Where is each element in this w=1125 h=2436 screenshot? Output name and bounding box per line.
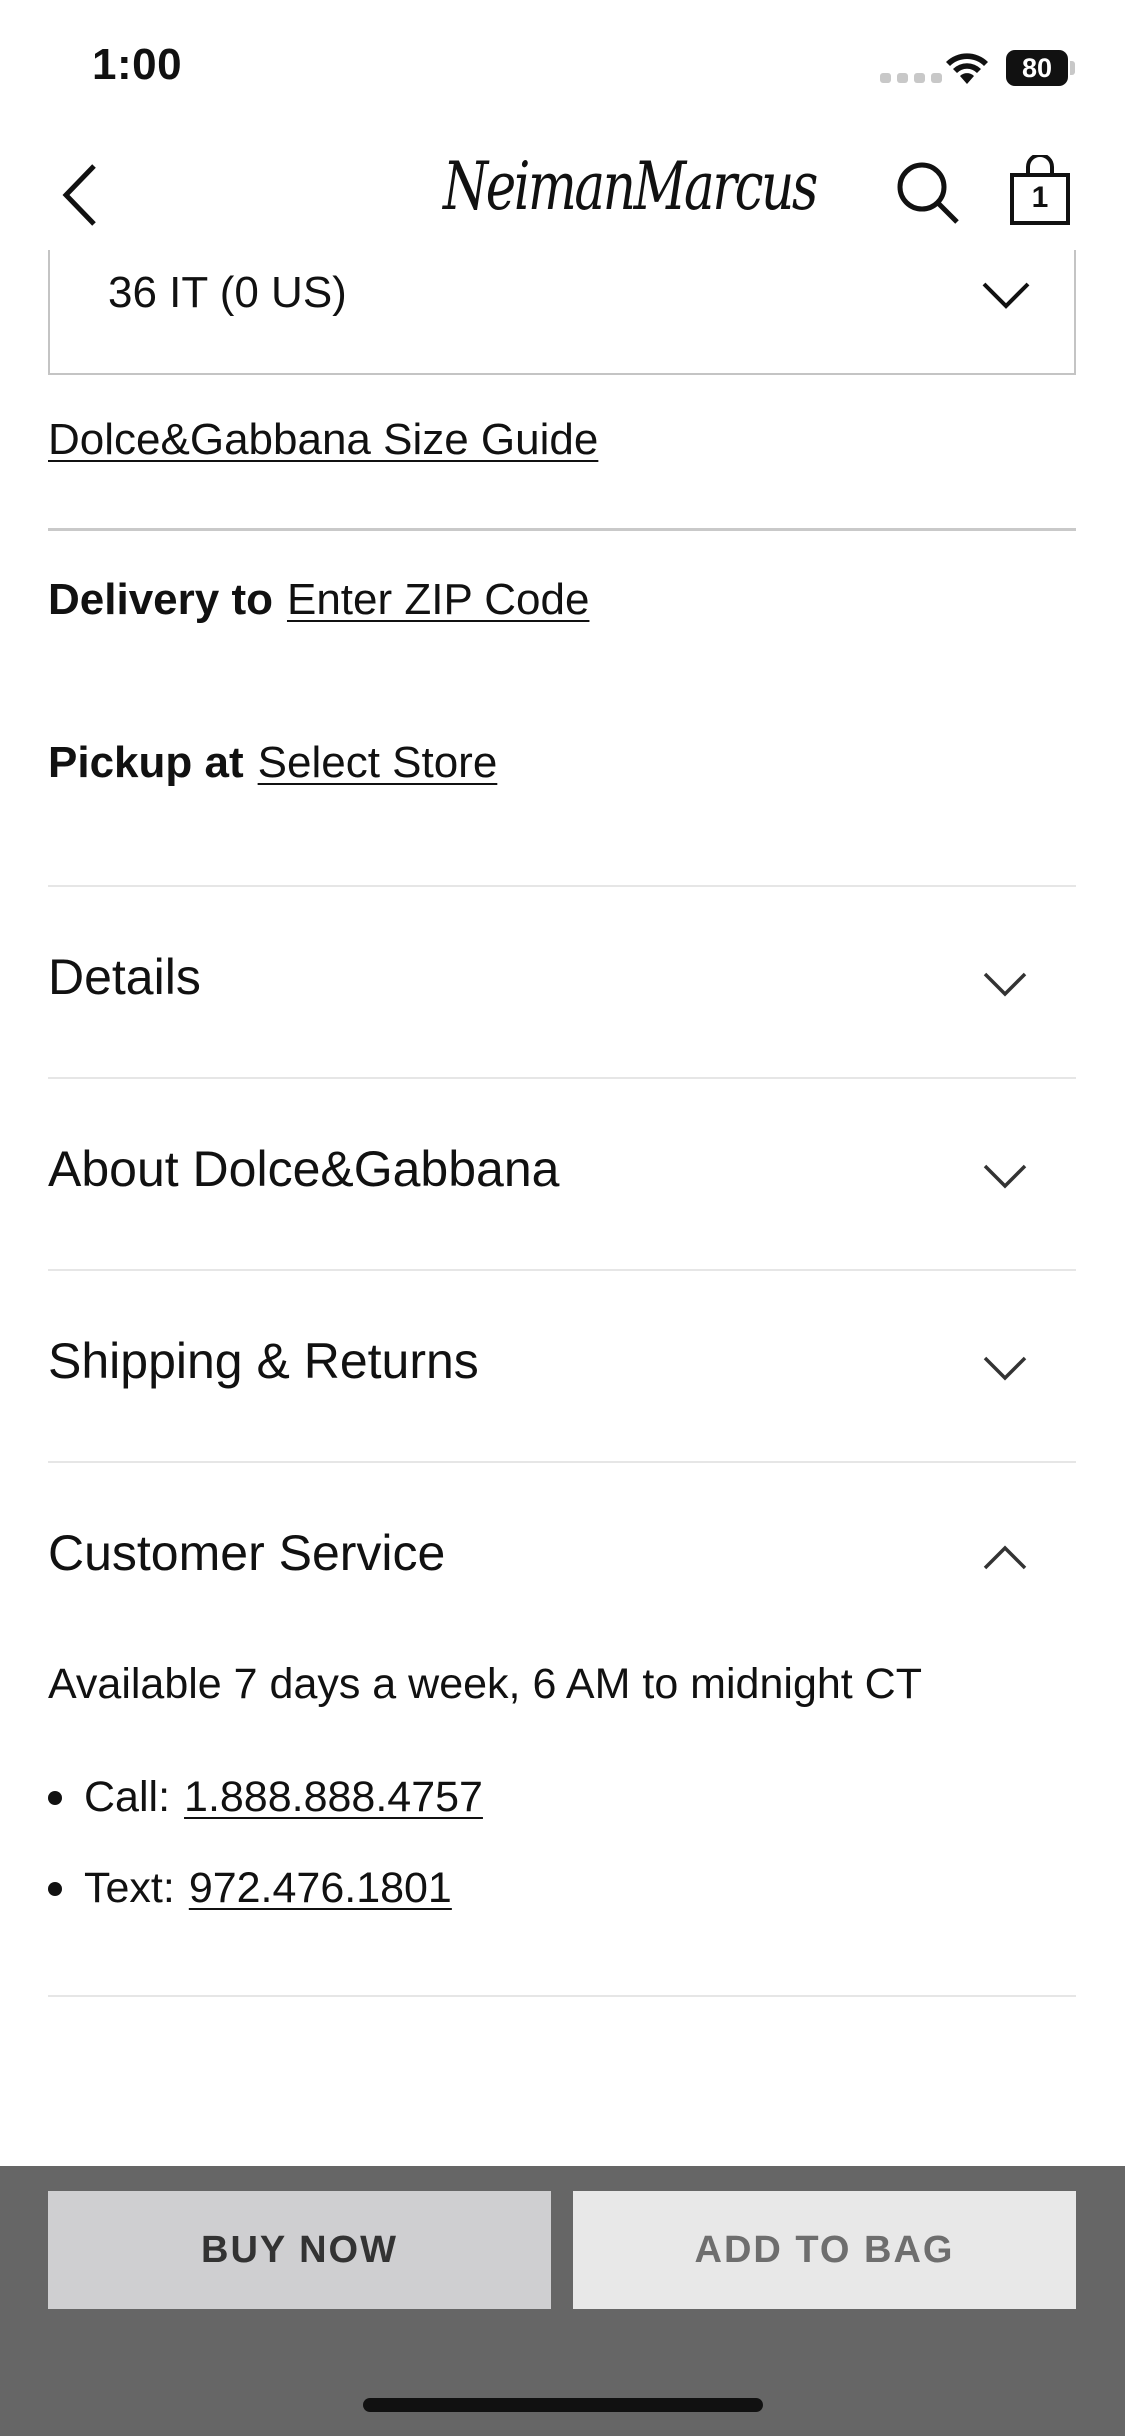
app-header: NeimanMarcus 1 bbox=[0, 120, 1125, 250]
call-number-link[interactable]: 1.888.888.4757 bbox=[184, 1773, 483, 1822]
bottom-action-bar: BUY NOW ADD TO BAG bbox=[0, 2166, 1125, 2436]
search-icon[interactable] bbox=[893, 158, 963, 228]
divider bbox=[48, 1077, 1076, 1079]
chevron-down-icon bbox=[983, 1356, 1027, 1381]
chevron-down-icon bbox=[983, 1164, 1027, 1189]
status-time: 1:00 bbox=[92, 40, 183, 89]
customer-service-hours: Available 7 days a week, 6 AM to midnigh… bbox=[48, 1660, 922, 1708]
chevron-up-icon bbox=[983, 1545, 1027, 1570]
shopping-bag-icon[interactable]: 1 bbox=[1008, 153, 1072, 227]
pickup-label: Pickup at bbox=[48, 738, 244, 787]
divider bbox=[48, 1269, 1076, 1271]
chevron-down-icon bbox=[982, 282, 1030, 309]
product-page: 1:00 80 36 IT (0 US) NeimanMarcus 1 Dolc… bbox=[0, 0, 1125, 2436]
battery-icon: 80 bbox=[1006, 50, 1075, 86]
divider bbox=[48, 1461, 1076, 1463]
pickup-row: Pickup at Select Store bbox=[48, 738, 497, 788]
call-label: Call: bbox=[84, 1773, 171, 1821]
brand-logo-text: NeimanMarcus bbox=[443, 148, 818, 225]
accordion-title: Details bbox=[48, 949, 201, 1005]
bullet-icon bbox=[48, 1790, 62, 1805]
bullet-icon bbox=[48, 1881, 62, 1896]
text-number-link[interactable]: 972.476.1801 bbox=[189, 1864, 452, 1913]
status-bar: 1:00 80 bbox=[0, 0, 1125, 130]
brand-logo[interactable]: NeimanMarcus bbox=[410, 132, 818, 242]
enter-zip-link[interactable]: Enter ZIP Code bbox=[287, 575, 589, 624]
select-store-link[interactable]: Select Store bbox=[258, 738, 498, 787]
divider bbox=[48, 528, 1076, 531]
bag-count: 1 bbox=[1031, 181, 1049, 214]
accordion-title: Shipping & Returns bbox=[48, 1333, 479, 1389]
accordion-title: Customer Service bbox=[48, 1525, 446, 1581]
chevron-down-icon bbox=[983, 972, 1027, 997]
text-row: Text: 972.476.1801 bbox=[48, 1864, 452, 1913]
wifi-icon bbox=[946, 53, 988, 84]
battery-level: 80 bbox=[1006, 50, 1068, 86]
home-indicator[interactable] bbox=[363, 2398, 763, 2412]
delivery-label: Delivery to bbox=[48, 575, 273, 624]
delivery-row: Delivery to Enter ZIP Code bbox=[48, 575, 589, 625]
divider bbox=[48, 1995, 1076, 1997]
add-to-bag-button[interactable]: ADD TO BAG bbox=[573, 2191, 1076, 2309]
size-select-value: 36 IT (0 US) bbox=[108, 268, 347, 317]
accordion-title: About Dolce&Gabbana bbox=[48, 1141, 560, 1197]
size-guide-link[interactable]: Dolce&Gabbana Size Guide bbox=[48, 415, 598, 465]
back-arrow-icon[interactable] bbox=[56, 160, 106, 230]
cellular-signal-icon bbox=[880, 73, 942, 83]
buy-now-button[interactable]: BUY NOW bbox=[48, 2191, 551, 2309]
divider bbox=[48, 885, 1076, 887]
call-row: Call: 1.888.888.4757 bbox=[48, 1773, 483, 1822]
text-label: Text: bbox=[84, 1864, 175, 1912]
